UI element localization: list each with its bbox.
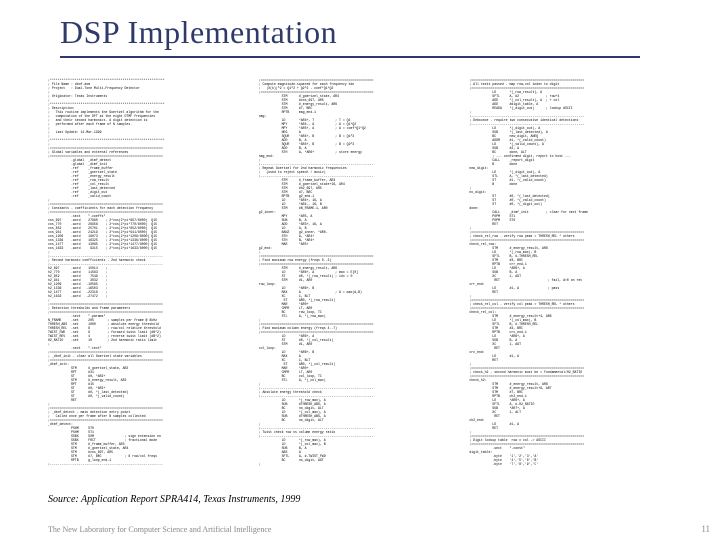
source-citation: Source: Application Report SPRA414, Texa… [48, 494, 300, 505]
code-text-3: ;=======================================… [469, 78, 672, 466]
code-listing: ;***************************************… [48, 78, 672, 466]
slide-title: DSP Implementation [60, 14, 337, 51]
slide-number: 11 [701, 524, 710, 534]
code-text-2: ;=======================================… [259, 78, 462, 466]
code-text-1: ;***************************************… [48, 78, 251, 466]
footer-affiliation: The New Laboratory for Computer Science … [48, 525, 271, 534]
code-column-2: ;=======================================… [259, 78, 462, 466]
code-column-3: ;=======================================… [469, 78, 672, 466]
code-column-1: ;***************************************… [48, 78, 251, 466]
title-underline [60, 56, 640, 58]
